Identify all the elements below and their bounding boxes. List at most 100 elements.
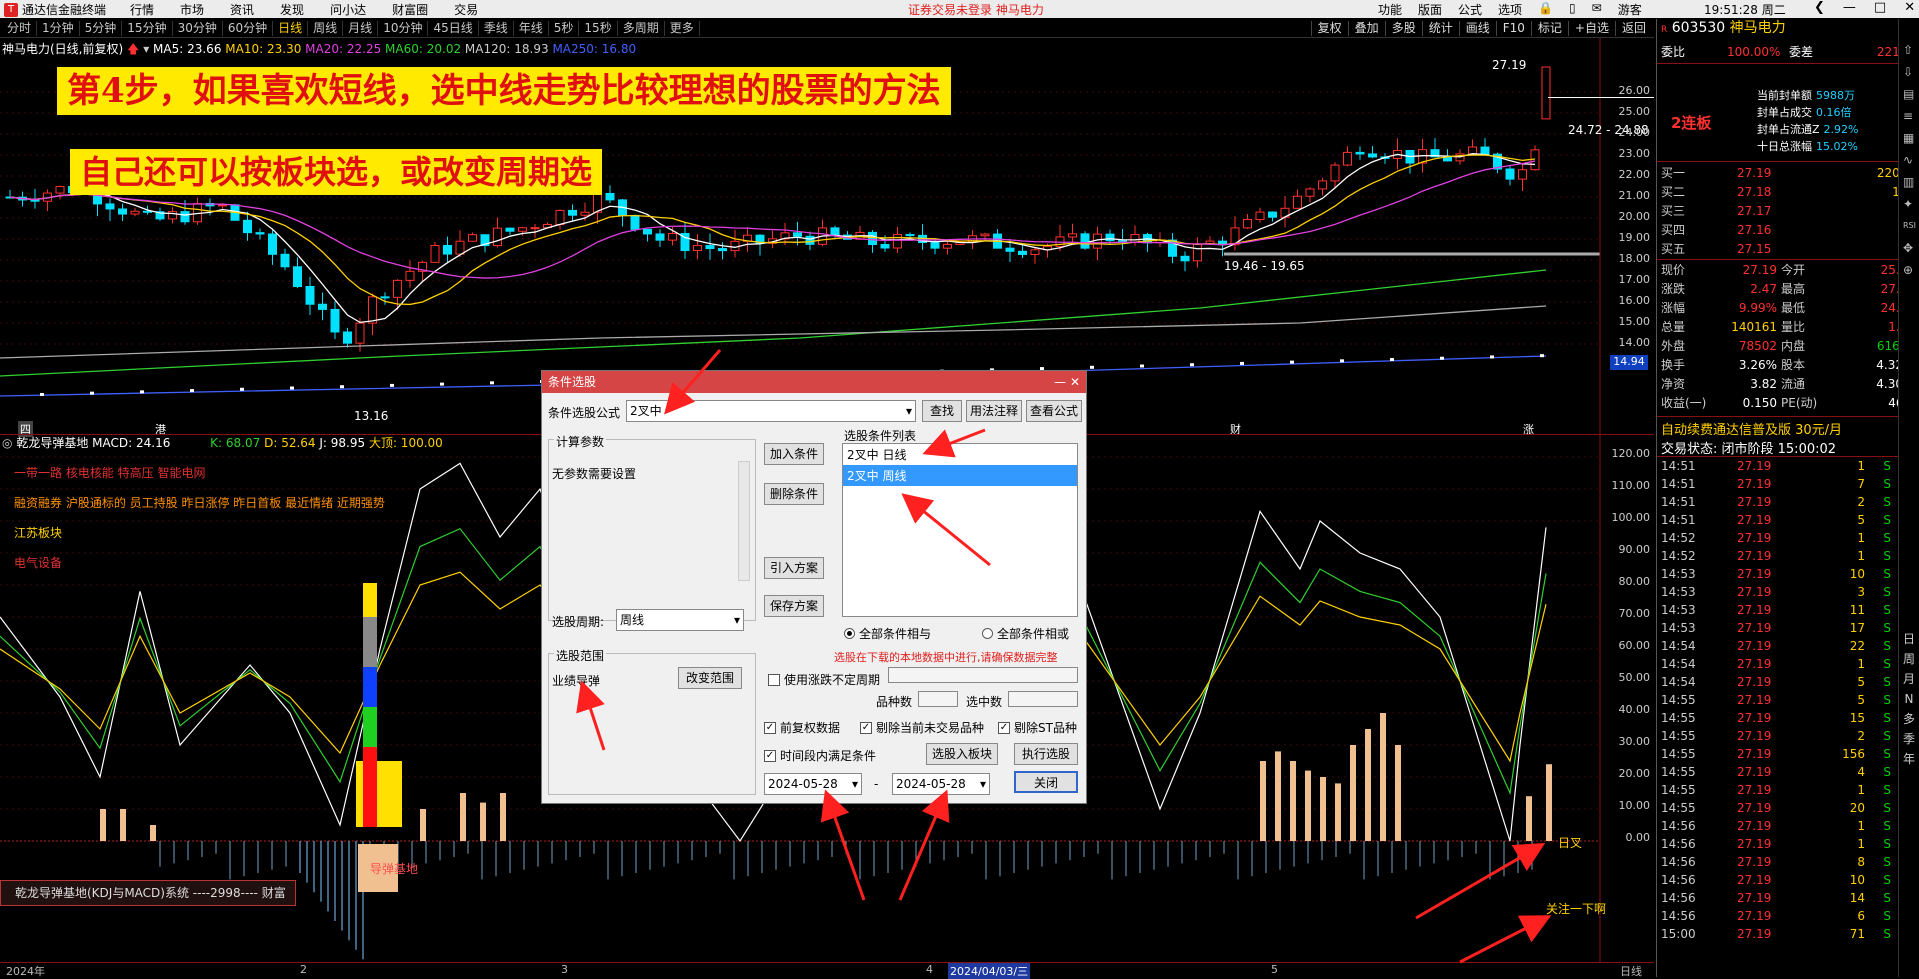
- toolbar-button[interactable]: 标记: [1530, 21, 1568, 36]
- condition-item-weekly[interactable]: 2叉中 周线: [843, 465, 1077, 486]
- date-to-input[interactable]: 2024-05-28 ▾: [892, 773, 990, 795]
- side-period-tool[interactable]: 月: [1902, 669, 1916, 689]
- toolbar-button[interactable]: 叠加: [1347, 21, 1385, 36]
- period-tab[interactable]: 1分钟: [37, 21, 80, 36]
- star-icon[interactable]: ✦: [1903, 193, 1916, 215]
- side-period-tool[interactable]: 多: [1902, 709, 1916, 729]
- guest-label[interactable]: 游客: [1618, 1, 1642, 18]
- period-tab[interactable]: 30分钟: [173, 21, 223, 36]
- period-tab[interactable]: 60分钟: [223, 21, 274, 36]
- menu-faxian[interactable]: 发现: [280, 1, 304, 18]
- minimize-icon[interactable]: —: [1843, 0, 1856, 15]
- up-icon[interactable]: ⇧: [1903, 39, 1916, 61]
- collapse-icon[interactable]: ◎: [2, 436, 12, 450]
- fq-checkbox[interactable]: ✓ 前复权数据: [764, 719, 840, 736]
- view-formula-button[interactable]: 查看公式: [1026, 400, 1082, 422]
- unfixed-period-input[interactable]: [888, 667, 1078, 683]
- period-tab[interactable]: 年线: [514, 21, 549, 36]
- line-icon[interactable]: ∿: [1903, 149, 1916, 171]
- settings-icon[interactable]: ▾: [143, 42, 149, 56]
- run-screen-button[interactable]: 执行选股: [1014, 743, 1078, 765]
- condition-item-daily[interactable]: 2叉中 日线: [843, 444, 1077, 465]
- toolbar-button[interactable]: 返回: [1614, 21, 1652, 36]
- menu-wenxiaoda[interactable]: 问小达: [330, 1, 366, 18]
- menu-gongneng[interactable]: 功能: [1378, 1, 1402, 18]
- period-tab[interactable]: 更多: [665, 21, 700, 36]
- menu-hangqing[interactable]: 行情: [130, 1, 154, 18]
- list-icon[interactable]: ≡: [1903, 105, 1916, 127]
- tag-region[interactable]: 江苏板块: [14, 518, 385, 548]
- toolbar-button[interactable]: 多股: [1384, 21, 1422, 36]
- period-tab[interactable]: 多周期: [618, 21, 665, 36]
- rm-untrade-checkbox[interactable]: ✓ 剔除当前未交易品种: [860, 719, 984, 736]
- subscription-ad[interactable]: 自动续费通达信普及版 30元/月: [1661, 419, 1842, 438]
- find-button[interactable]: 查找: [922, 400, 962, 422]
- rm-st-checkbox[interactable]: ✓ 剔除ST品种: [998, 719, 1077, 736]
- side-period-tool[interactable]: 日: [1902, 629, 1916, 649]
- period-tab[interactable]: 日线: [273, 21, 309, 36]
- side-period-tool[interactable]: 季: [1902, 729, 1916, 749]
- bar-icon[interactable]: ▥: [1903, 171, 1916, 193]
- period-tab[interactable]: 15秒: [579, 21, 618, 36]
- bid-row[interactable]: 买五27.156: [1657, 240, 1919, 259]
- and-radio[interactable]: 全部条件相与: [844, 625, 931, 642]
- phone-icon[interactable]: ▯: [1569, 1, 1576, 18]
- add-condition-button[interactable]: 加入条件: [764, 443, 824, 465]
- bid-row[interactable]: 买二27.18105: [1657, 183, 1919, 202]
- delete-condition-button[interactable]: 删除条件: [764, 483, 824, 505]
- lock-icon[interactable]: 🔒: [1538, 1, 1553, 18]
- move-icon[interactable]: ✥: [1903, 237, 1916, 259]
- mail-icon[interactable]: ✉: [1592, 1, 1602, 18]
- tag-concepts[interactable]: 一带一路 核电核能 特高压 智能电网: [14, 458, 385, 488]
- toolbar-button[interactable]: 复权: [1310, 21, 1348, 36]
- period-tab[interactable]: 5秒: [549, 21, 580, 36]
- period-tab[interactable]: 周线: [308, 21, 344, 36]
- toolbar-button[interactable]: F10: [1495, 21, 1531, 36]
- close-icon[interactable]: ✕: [1904, 0, 1915, 15]
- maximize-icon[interactable]: □: [1874, 0, 1886, 15]
- to-block-button[interactable]: 选股入板块: [926, 743, 998, 765]
- change-scope-button[interactable]: 改变范围: [678, 667, 742, 689]
- chart-icon[interactable]: ▤: [1903, 83, 1916, 105]
- period-tab[interactable]: 月线: [343, 21, 379, 36]
- formula-select[interactable]: 2叉中 - ▾: [626, 400, 916, 422]
- bid-row[interactable]: 买一 27.19 22023: [1657, 164, 1919, 183]
- toolbar-button[interactable]: +自选: [1567, 21, 1615, 36]
- plus-icon[interactable]: ⊕: [1903, 259, 1916, 281]
- period-tab[interactable]: 分时: [2, 21, 38, 36]
- side-period-tool[interactable]: N: [1902, 689, 1916, 709]
- dialog-titlebar[interactable]: 条件选股 — ✕: [542, 371, 1086, 393]
- close-button[interactable]: 关闭: [1014, 771, 1078, 793]
- save-plan-button[interactable]: 保存方案: [764, 595, 824, 617]
- import-plan-button[interactable]: 引入方案: [764, 557, 824, 579]
- back-icon[interactable]: ❮: [1814, 0, 1825, 15]
- side-period-tool[interactable]: 周: [1902, 649, 1916, 669]
- menu-zixun[interactable]: 资讯: [230, 1, 254, 18]
- or-radio[interactable]: 全部条件相或: [982, 625, 1069, 642]
- rsi-icon[interactable]: RSI: [1903, 215, 1916, 237]
- side-period-tool[interactable]: 年: [1902, 749, 1916, 769]
- condition-list[interactable]: 2叉中 日线 2叉中 周线: [842, 443, 1078, 617]
- down-icon[interactable]: ⇩: [1903, 61, 1916, 83]
- params-scrollbar[interactable]: [738, 461, 750, 581]
- period-tab[interactable]: 45日线: [428, 21, 479, 36]
- menu-shichang[interactable]: 市场: [180, 1, 204, 18]
- dialog-close-icon[interactable]: — ✕: [1054, 371, 1080, 393]
- period-tab[interactable]: 10分钟: [378, 21, 429, 36]
- menu-gongshi[interactable]: 公式: [1458, 1, 1482, 18]
- period-tab[interactable]: 季线: [479, 21, 514, 36]
- usage-button[interactable]: 用法注释: [966, 400, 1022, 422]
- period-tab[interactable]: 15分钟: [122, 21, 173, 36]
- menu-xuanxiang[interactable]: 选项: [1498, 1, 1522, 18]
- bid-row[interactable]: 买三27.171: [1657, 202, 1919, 221]
- menu-banmian[interactable]: 版面: [1418, 1, 1442, 18]
- grid-icon[interactable]: ▦: [1903, 127, 1916, 149]
- menu-caifuquan[interactable]: 财富圈: [392, 1, 428, 18]
- toolbar-button[interactable]: 统计: [1421, 21, 1459, 36]
- toolbar-button[interactable]: 画线: [1458, 21, 1496, 36]
- period-tab[interactable]: 5分钟: [80, 21, 123, 36]
- time-checkbox[interactable]: ✓ 时间段内满足条件: [764, 747, 876, 764]
- tag-industry[interactable]: 电气设备: [14, 548, 385, 578]
- bid-row[interactable]: 买四27.163: [1657, 221, 1919, 240]
- unfixed-period-checkbox[interactable]: 使用涨跌不定周期: [768, 671, 880, 688]
